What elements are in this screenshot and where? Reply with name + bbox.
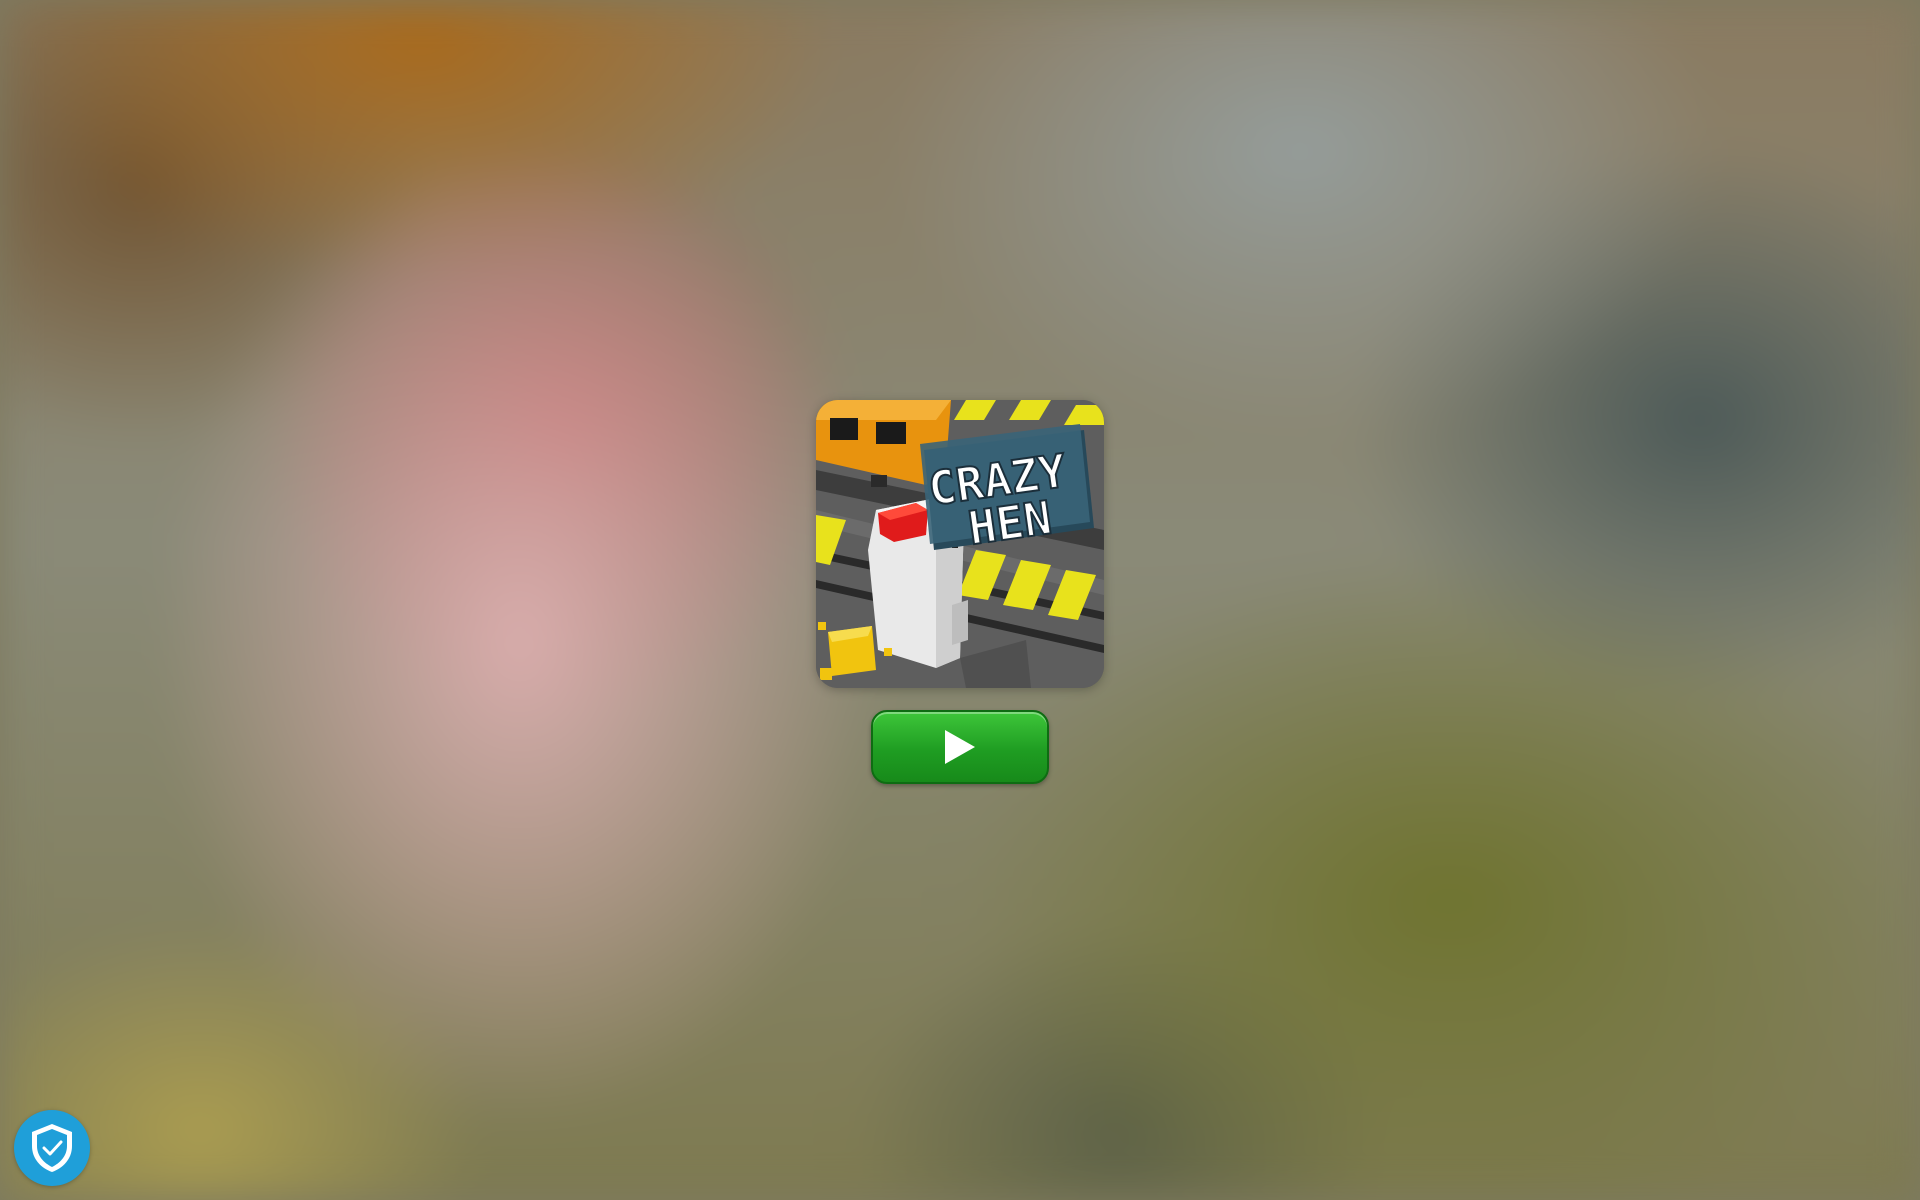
page: CRAZY HEN: [0, 0, 1920, 1200]
game-title-line2: HEN: [965, 490, 1055, 555]
play-button[interactable]: [871, 710, 1049, 784]
game-icon[interactable]: CRAZY HEN: [816, 400, 1104, 688]
game-launcher: CRAZY HEN: [816, 400, 1104, 784]
play-icon: [945, 730, 975, 764]
shield-check-icon: [32, 1124, 72, 1172]
security-badge[interactable]: [14, 1110, 90, 1186]
game-artwork: CRAZY HEN: [816, 400, 1104, 688]
